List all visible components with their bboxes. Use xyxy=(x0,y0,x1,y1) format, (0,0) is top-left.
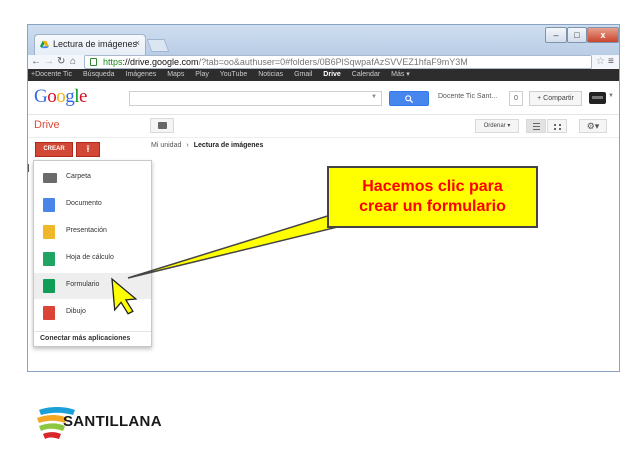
callout-line-1: Hacemos clic para xyxy=(362,178,503,195)
annotation-layer xyxy=(111,213,352,315)
callout-line-2: crear un formulario xyxy=(359,198,506,215)
cursor-arrow-icon xyxy=(111,277,138,315)
brand-name: SANTILLANA xyxy=(63,413,162,430)
callout-pointer xyxy=(127,213,352,279)
callout-box: Hacemos clic para crear un formulario xyxy=(327,166,538,228)
